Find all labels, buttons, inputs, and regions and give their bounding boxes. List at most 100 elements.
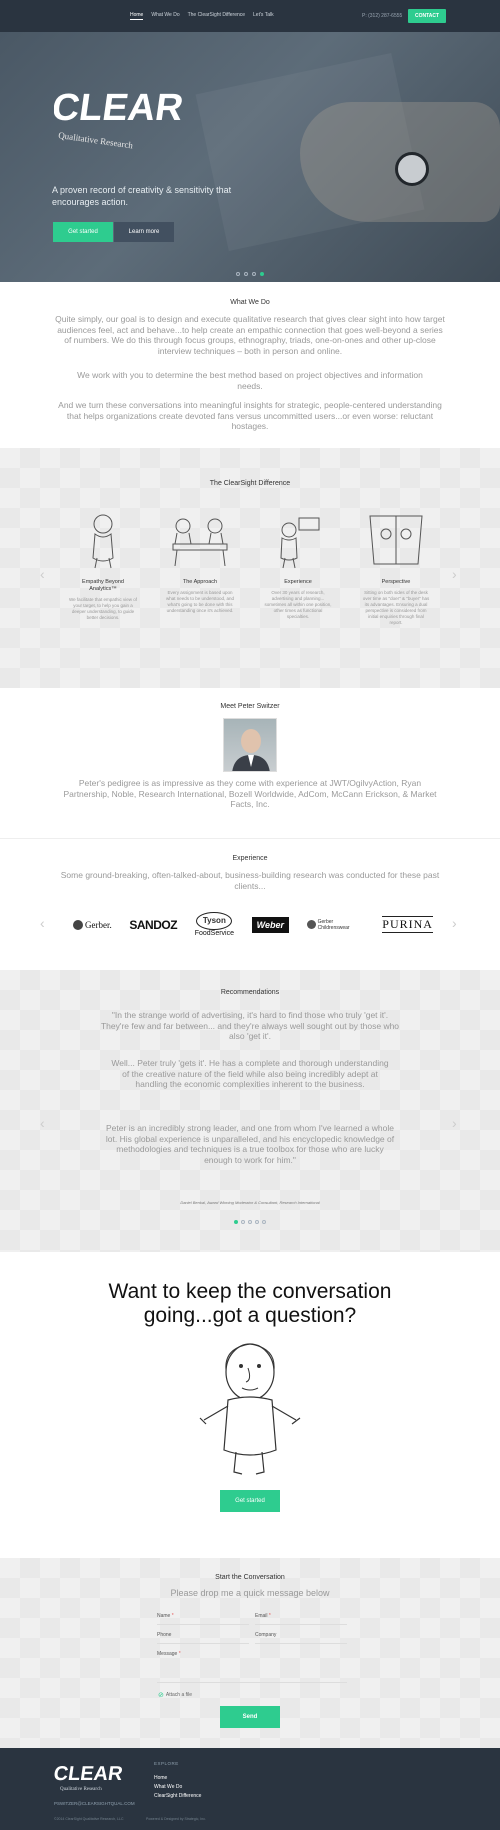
footer-copyright: ©2014 ClearSight Qualitative Research, L… [54, 1817, 124, 1821]
what-we-do-paragraph-2: We work with you to determine the best m… [77, 370, 423, 391]
footer-explore-heading: EXPLORE [154, 1761, 179, 1766]
tyson-foodservice-logo: Tyson FoodService [195, 912, 234, 937]
email-field[interactable]: Email * [255, 1611, 347, 1625]
cta-title: Want to keep the conversation going...go… [0, 1280, 500, 1328]
slider-dot[interactable] [241, 1220, 245, 1224]
difference-item-text: Over 30 years of research, advertising a… [264, 590, 332, 619]
message-field[interactable]: Message * [157, 1649, 347, 1683]
form-title: Start the Conversation [215, 1574, 285, 1581]
experience-text: Some ground-breaking, often-talked-about… [60, 870, 440, 891]
nav-links: Home What We Do The ClearSight Differenc… [130, 12, 274, 20]
nav-link-home[interactable]: Home [130, 12, 144, 20]
nav-link-clearsight-difference[interactable]: The ClearSight Difference [188, 12, 245, 20]
hero-learn-more-button[interactable]: Learn more [114, 222, 174, 242]
slider-dot[interactable] [244, 272, 248, 276]
slider-dot[interactable] [252, 272, 256, 276]
cta-title-line-1: Want to keep the conversation [108, 1280, 392, 1303]
what-we-do-paragraph-3: And we turn these conversations into mea… [58, 400, 442, 431]
slider-dot[interactable] [248, 1220, 252, 1224]
gerber-baby-icon [73, 919, 83, 930]
name-field[interactable]: Name * [157, 1611, 249, 1625]
footer-email-link[interactable]: PSWITZER@CLEARSIGHTQUAL.COM [54, 1801, 135, 1806]
svg-text:CLEAR: CLEAR [54, 1763, 124, 1785]
chevron-left-icon[interactable]: ‹ [40, 566, 45, 582]
difference-item-title: Empathy Beyond Analytics™ [82, 579, 124, 592]
difference-item-text: We facilitate that empathic view of your… [69, 597, 137, 620]
attach-file-link[interactable]: ⊘ Attach a file [158, 1691, 192, 1699]
gerber-logo: Gerber. [73, 919, 112, 930]
footer-link-home[interactable]: Home [154, 1775, 167, 1781]
empathy-sketch-icon [92, 514, 114, 569]
perspective-sketch-icon [369, 515, 423, 565]
phone-field[interactable]: Phone [157, 1630, 249, 1644]
recommendation-author: Daniel Benkal, Award Winning Moderator &… [180, 1200, 320, 1205]
hero-logo-text: CLEAR [54, 86, 186, 129]
recommendation-paragraph-3: Peter is an incredibly strong leader, an… [105, 1123, 395, 1165]
contact-button[interactable]: CONTACT [408, 9, 446, 23]
difference-item-text: Every assignment is based upon what need… [165, 590, 235, 613]
difference-title: The ClearSight Difference [209, 480, 291, 487]
experience-title: Experience [232, 855, 268, 862]
peter-caricature-illustration [199, 1343, 301, 1475]
recommendation-paragraph-1: "In the strange world of advertising, it… [100, 1010, 400, 1041]
foodservice-text: FoodService [194, 930, 234, 937]
recommendations-section: Recommendations ‹ › "In the strange worl… [0, 970, 500, 1252]
divider [0, 838, 500, 839]
chevron-left-icon[interactable]: ‹ [40, 915, 45, 931]
hero-logo: CLEAR Qualitative Research [54, 86, 186, 150]
footer-link-what-we-do[interactable]: What We Do [154, 1784, 182, 1790]
recommendations-title: Recommendations [220, 989, 280, 996]
slider-dot[interactable] [236, 272, 240, 276]
nav-link-lets-talk[interactable]: Let's Talk [253, 12, 274, 20]
slider-dot-active[interactable] [260, 272, 264, 276]
chevron-right-icon[interactable]: › [452, 566, 457, 582]
cta-title-line-2: going...got a question? [143, 1304, 357, 1327]
hero-slider: CLEAR Qualitative Research A proven reco… [0, 32, 500, 282]
slider-dot-active[interactable] [234, 1220, 238, 1224]
what-we-do-paragraph-1: Quite simply, our goal is to design and … [55, 314, 445, 356]
footer-link-clearsight-difference[interactable]: ClearSight Difference [154, 1793, 201, 1799]
paperclip-icon: ⊘ [158, 1692, 164, 1699]
nav-link-what-we-do[interactable]: What We Do [151, 12, 179, 20]
company-field[interactable]: Company [255, 1630, 347, 1644]
difference-item-title: The Approach [182, 579, 218, 585]
difference-item-experience: Experience Over 30 years of research, ad… [263, 510, 333, 620]
client-logos: Gerber. SANDOZ Tyson FoodService Weber G… [73, 912, 433, 937]
slider-dot[interactable] [255, 1220, 259, 1224]
clearsight-difference-section: The ClearSight Difference ‹ › Empathy Be… [0, 448, 500, 688]
hero-watch-image [395, 152, 429, 186]
hero-tagline: A proven record of creativity & sensitiv… [52, 185, 232, 207]
nav-phone[interactable]: P: (312) 287-6555 [362, 13, 402, 19]
peter-avatar [223, 718, 277, 772]
experience-sketch-icon [280, 517, 320, 569]
difference-item-empathy: Empathy Beyond Analytics™ We facilitate … [68, 510, 138, 621]
recommendation-paragraph-2: Well... Peter truly 'gets it'. He has a … [111, 1058, 389, 1089]
cta-get-started-button[interactable]: Get started [220, 1490, 280, 1512]
purina-logo: PURINA [382, 916, 433, 933]
difference-item-text: Sitting on both sides of the desk over t… [362, 590, 430, 625]
difference-item-title: Perspective [381, 579, 411, 585]
hero-slider-dots [236, 272, 264, 276]
form-subtitle: Please drop me a quick message below [170, 1588, 330, 1598]
chevron-right-icon[interactable]: › [452, 1115, 457, 1131]
gerber-childrenswear-logo: Gerber Childrenswear [306, 919, 365, 931]
hero-logo-subtitle: Qualitative Research [58, 130, 134, 150]
difference-item-title: Experience [284, 579, 312, 585]
chevron-right-icon[interactable]: › [452, 915, 457, 931]
tyson-logo-mark: Tyson [196, 912, 233, 930]
svg-text:Qualitative Research: Qualitative Research [60, 1787, 102, 1792]
difference-item-approach: The Approach Every assignment is based u… [165, 510, 235, 614]
footer-powered-by[interactable]: Powered & Designed by Strategic, Inc. [146, 1817, 206, 1821]
meet-peter-title: Meet Peter Switzer [220, 703, 280, 710]
hero-get-started-button[interactable]: Get started [53, 222, 113, 242]
peter-bio: Peter's pedigree is as impressive as the… [63, 778, 437, 809]
approach-sketch-icon [172, 518, 228, 567]
footer-logo: CLEAR Qualitative Research [54, 1763, 124, 1792]
gerber-childrenswear-icon [306, 920, 316, 929]
chevron-left-icon[interactable]: ‹ [40, 1115, 45, 1131]
slider-dot[interactable] [262, 1220, 266, 1224]
difference-item-perspective: Perspective Sitting on both sides of the… [361, 510, 431, 626]
footer: CLEAR Qualitative Research PSWITZER@CLEA… [0, 1748, 500, 1830]
what-we-do-title: What We Do [230, 299, 270, 306]
send-button[interactable]: Send [220, 1706, 280, 1728]
